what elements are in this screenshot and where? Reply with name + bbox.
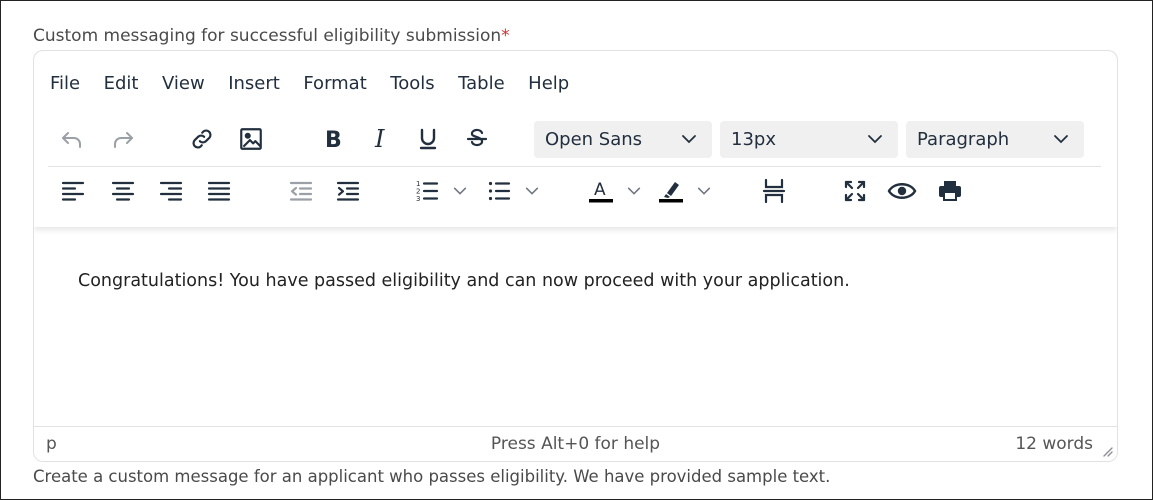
link-button[interactable] [184,121,220,157]
align-right-icon [159,181,183,201]
eye-icon [887,183,917,199]
highlighter-icon [659,182,683,203]
indent-button[interactable] [330,173,366,209]
align-justify-icon [207,181,231,201]
editor-content[interactable]: Congratulations! You have passed eligibi… [78,271,850,291]
undo-icon [62,132,81,148]
chevron-down-icon [697,187,711,195]
image-icon [240,128,262,150]
toolbar-row-1: B I Open Sans 13px Paragraph [34,121,1117,161]
menu-tools[interactable]: Tools [390,73,434,94]
statusbar: p Press Alt+0 for help 12 words [34,426,1117,461]
strikethrough-button[interactable] [459,121,495,157]
menu-insert[interactable]: Insert [228,73,280,94]
toolbar-row-2: 123 A [34,173,1117,213]
editor-header: File Edit View Insert Format Tools Table… [34,51,1117,227]
helper-text: Create a custom message for an applicant… [33,467,831,486]
bullet-list-button[interactable] [481,173,517,209]
redo-button[interactable] [105,121,141,157]
bullet-list-options-button[interactable] [517,173,547,209]
image-button[interactable] [233,121,269,157]
menu-format[interactable]: Format [303,73,366,94]
redo-icon [114,132,133,148]
menu-help[interactable]: Help [528,73,569,94]
fullscreen-icon [844,180,866,202]
outdent-button[interactable] [283,173,319,209]
align-justify-button[interactable] [201,173,237,209]
preview-button[interactable] [884,173,920,209]
svg-text:A: A [594,180,606,200]
align-left-icon [61,181,85,201]
print-icon [939,181,961,201]
menu-table[interactable]: Table [458,73,505,94]
required-marker: * [501,26,510,46]
menu-edit[interactable]: Edit [104,73,139,94]
print-button[interactable] [932,173,968,209]
highlight-color-options-button[interactable] [689,173,719,209]
chevron-down-icon [1054,135,1068,144]
svg-text:I: I [374,127,385,151]
outdent-icon [289,181,313,201]
svg-text:3: 3 [416,195,420,203]
font-family-select[interactable]: Open Sans [534,121,712,158]
font-size-value: 13px [731,129,776,150]
font-family-value: Open Sans [545,129,643,150]
text-color-icon: A [589,180,613,203]
numbered-list-button[interactable]: 123 [409,173,445,209]
fullscreen-button[interactable] [837,173,873,209]
menu-view[interactable]: View [162,73,205,94]
chevron-down-icon [627,187,641,195]
block-format-value: Paragraph [917,129,1010,150]
bold-icon: B [325,128,342,151]
page-break-button[interactable] [756,173,792,209]
chevron-down-icon [525,187,539,195]
italic-button[interactable]: I [362,121,398,157]
strikethrough-icon [466,128,488,147]
numbered-list-icon: 123 [416,180,439,203]
chevron-down-icon [868,135,882,144]
rich-text-editor: File Edit View Insert Format Tools Table… [33,50,1118,462]
align-right-button[interactable] [153,173,189,209]
undo-button[interactable] [54,121,90,157]
text-color-options-button[interactable] [619,173,649,209]
bold-button[interactable]: B [315,121,351,157]
field-label: Custom messaging for successful eligibil… [33,26,510,46]
align-center-icon [111,181,135,201]
underline-button[interactable] [410,121,446,157]
text-color-button[interactable]: A [583,173,619,209]
link-icon [192,129,212,149]
menu-file[interactable]: File [50,73,80,94]
chevron-down-icon [682,135,696,144]
indent-icon [336,181,360,201]
word-count[interactable]: 12 words [1015,434,1093,454]
underline-icon [419,128,437,150]
help-hint: Press Alt+0 for help [490,434,661,454]
toolbar-divider [48,166,1101,167]
align-center-button[interactable] [105,173,141,209]
italic-icon: I [374,127,385,151]
font-size-select[interactable]: 13px [720,121,898,158]
menubar: File Edit View Insert Format Tools Table… [50,73,593,94]
page-break-icon [762,178,786,204]
bullet-list-icon [488,181,511,201]
numbered-list-options-button[interactable] [445,173,475,209]
align-left-button[interactable] [55,173,91,209]
svg-text:B: B [325,128,342,151]
highlight-color-button[interactable] [653,173,689,209]
block-format-select[interactable]: Paragraph [906,121,1084,158]
chevron-down-icon [453,187,467,195]
resize-handle-icon[interactable] [1101,445,1113,457]
